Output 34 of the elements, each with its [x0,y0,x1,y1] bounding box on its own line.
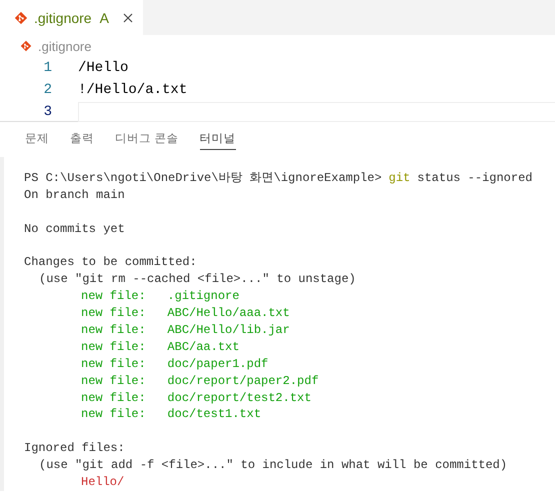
staged-file: new file: doc/report/test2.txt [81,390,312,405]
command-name: git [388,171,410,185]
panel-tab[interactable]: 터미널 [200,130,236,150]
hint-text: (use "git add -f <file>..." to include in what will be committed) [39,458,508,472]
staged-file: new file: .gitignore [81,289,240,304]
code-text: !/Hello/a.txt [78,82,188,98]
panel-tab[interactable]: 문제 [25,130,49,149]
staged-file: new file: doc/test1.txt [81,407,262,422]
git-file-icon [20,40,32,52]
output-text: Ignored files: [24,441,125,456]
code-text: /Hello [78,60,128,76]
panel-tab[interactable]: 출력 [70,130,94,149]
line-number: 1 [42,60,52,76]
ignored-file: Hello/ [81,475,124,490]
tab-label: .gitignore [34,10,92,26]
git-file-icon [14,10,28,24]
line-number: 2 [42,82,52,98]
line-number: 3 [42,104,52,120]
output-text: Changes to be committed: [24,255,197,270]
staged-file: new file: doc/report/paper2.pdf [81,374,319,388]
output-text: On branch main [24,188,125,202]
output-text: No commits yet [24,222,125,236]
breadcrumb-item[interactable]: .gitignore [38,38,92,54]
staged-file: new file: doc/paper1.pdf [81,356,268,371]
command-args: status --ignored [417,171,532,185]
panel-tab[interactable]: 디버그 콘솔 [115,130,179,149]
staged-file: new file: ABC/Hello/aaa.txt [81,306,290,320]
close-icon[interactable] [122,12,133,22]
staged-file: new file: ABC/aa.txt [81,340,240,354]
git-status-letter: A [100,10,109,26]
staged-file: new file: ABC/Hello/lib.jar [81,323,290,338]
editor-tab[interactable]: .gitignore A [0,0,143,35]
prompt-text: PS C:\Users\ngoti\OneDrive\바탕 화면\ignoreExample> [24,171,382,185]
hint-text: (use "git rm --cached <file>..." to unstage) [39,272,356,286]
